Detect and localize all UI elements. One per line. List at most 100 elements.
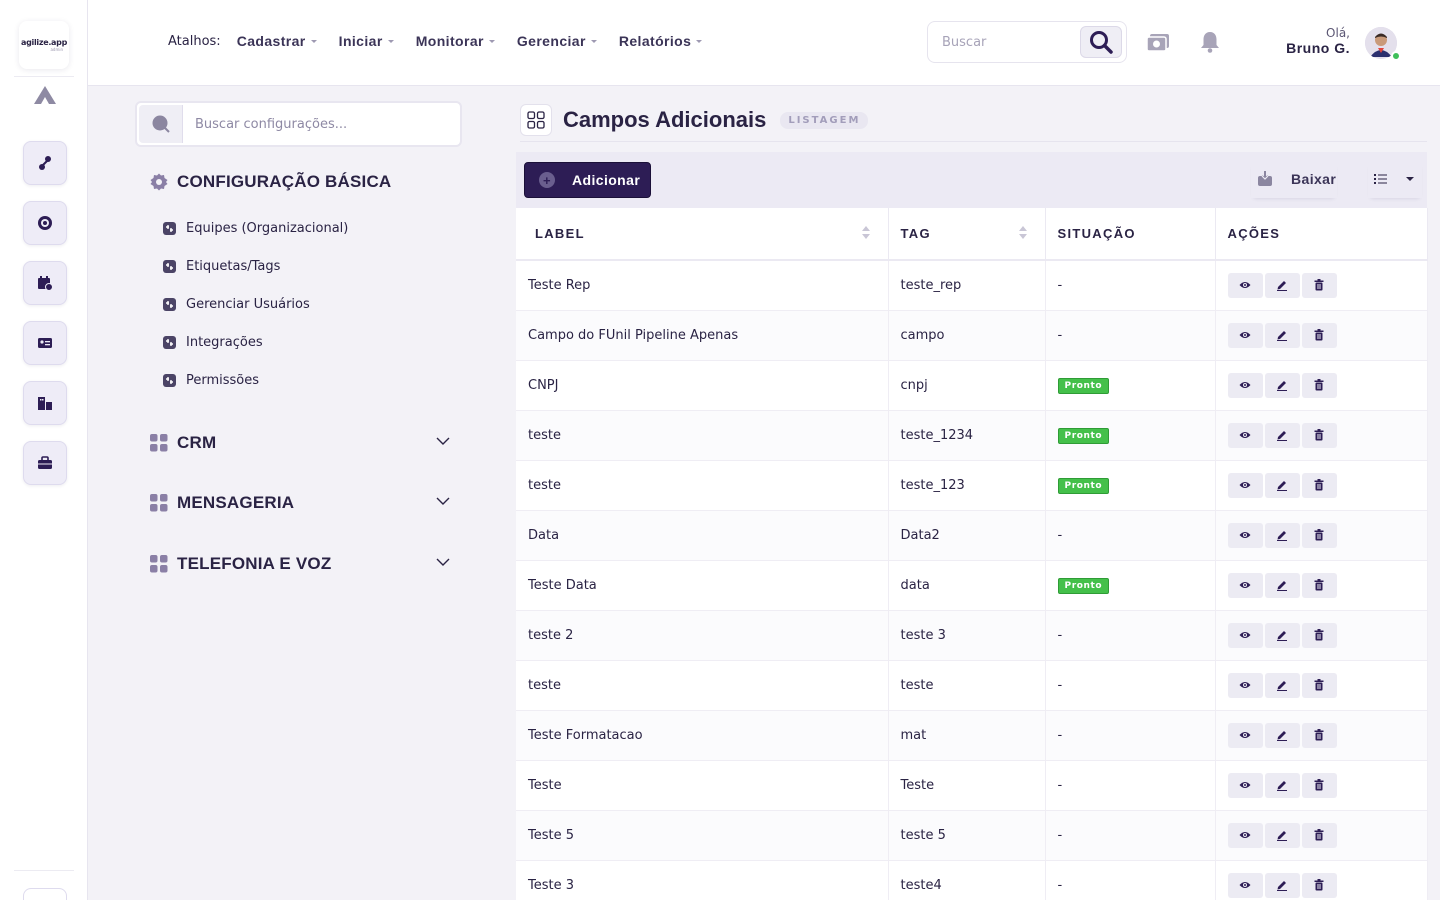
status-text: - (1057, 277, 1063, 293)
view-button[interactable] (1227, 772, 1263, 798)
download-button[interactable]: Baixar (1251, 160, 1337, 198)
media-button[interactable] (1146, 30, 1170, 54)
edit-button[interactable] (1264, 872, 1300, 898)
settings-item-integrations[interactable]: Integrações (163, 335, 263, 350)
rail-btn-briefcase[interactable] (23, 441, 67, 485)
delete-button[interactable] (1301, 472, 1337, 498)
delete-button[interactable] (1301, 322, 1337, 348)
delete-button[interactable] (1301, 272, 1337, 298)
table-row[interactable]: Teste 5 teste 5- (516, 810, 1428, 861)
rail-btn-contacts[interactable] (23, 321, 67, 365)
edit-button[interactable] (1264, 722, 1300, 748)
table-row[interactable]: Teste Rep teste_rep - (516, 260, 1428, 311)
cell-label: Teste (516, 760, 889, 811)
view-button[interactable] (1227, 872, 1263, 898)
view-button[interactable] (1227, 472, 1263, 498)
menu-gerenciar[interactable]: Gerenciar (517, 33, 597, 49)
cell-actions (1215, 710, 1428, 761)
view-button[interactable] (1227, 822, 1263, 848)
menu-iniciar[interactable]: Iniciar (339, 33, 394, 49)
cell-actions (1215, 410, 1428, 461)
table-row[interactable]: CNPJ cnpj Pronto (516, 360, 1428, 411)
target-icon (38, 216, 52, 230)
table-row[interactable]: Data Data2- (516, 510, 1428, 561)
cell-actions (1215, 610, 1428, 661)
caret-down-icon (488, 39, 495, 43)
delete-button[interactable] (1301, 522, 1337, 548)
app-logo[interactable]: agilize.app admin (19, 21, 69, 69)
table-row[interactable]: Campo do FUnil Pipeline Apenas campo - (516, 310, 1428, 361)
table-row[interactable]: teste teste_123 Pronto (516, 460, 1428, 511)
view-button[interactable] (1227, 522, 1263, 548)
delete-button[interactable] (1301, 572, 1337, 598)
global-search-button[interactable] (1080, 26, 1122, 58)
table-row[interactable]: teste teste - (516, 660, 1428, 711)
edit-button[interactable] (1264, 822, 1300, 848)
menu-relatorios[interactable]: Relatórios (619, 33, 703, 49)
view-button[interactable] (1227, 572, 1263, 598)
settings-icon (163, 222, 176, 235)
view-button[interactable] (1227, 622, 1263, 648)
delete-button[interactable] (1301, 372, 1337, 398)
view-button[interactable] (1227, 372, 1263, 398)
edit-button[interactable] (1264, 772, 1300, 798)
section-telefonia[interactable]: TELEFONIA E VOZ (150, 554, 450, 574)
notifications-button[interactable] (1198, 30, 1222, 54)
delete-button[interactable] (1301, 722, 1337, 748)
settings-item-users[interactable]: Gerenciar Usuários (163, 297, 310, 312)
table-row[interactable]: teste 2 teste 3- (516, 610, 1428, 661)
global-search-input[interactable] (942, 32, 1072, 52)
download-icon (1257, 171, 1273, 187)
chevron-down-icon (436, 558, 450, 566)
user-avatar[interactable] (1365, 27, 1401, 61)
trash-icon (1314, 429, 1324, 441)
edit-button[interactable] (1264, 322, 1300, 348)
view-toggle-button[interactable] (1368, 160, 1422, 198)
edit-button[interactable] (1264, 272, 1300, 298)
rail-btn-calendar[interactable] (23, 261, 67, 305)
edit-button[interactable] (1264, 522, 1300, 548)
view-button[interactable] (1227, 672, 1263, 698)
table-row[interactable]: Teste Teste - (516, 760, 1428, 811)
edit-button[interactable] (1264, 372, 1300, 398)
settings-item-teams[interactable]: Equipes (Organizacional) (163, 221, 348, 236)
table-row[interactable]: Teste Formatacao mat - (516, 710, 1428, 761)
edit-button[interactable] (1264, 622, 1300, 648)
edit-button[interactable] (1264, 422, 1300, 448)
edit-button[interactable] (1264, 572, 1300, 598)
rail-btn-bottom[interactable] (23, 888, 67, 900)
edit-button[interactable] (1264, 672, 1300, 698)
column-tag[interactable]: TAG (888, 208, 1046, 261)
view-button[interactable] (1227, 322, 1263, 348)
delete-button[interactable] (1301, 872, 1337, 898)
settings-search-input[interactable] (195, 115, 445, 133)
delete-button[interactable] (1301, 672, 1337, 698)
greeting-text: Olá, (1326, 26, 1350, 40)
delete-button[interactable] (1301, 772, 1337, 798)
section-basic-config[interactable]: CONFIGURAÇÃO BÁSICA (150, 172, 391, 192)
rail-btn-company[interactable] (23, 381, 67, 425)
menu-cadastrar[interactable]: Cadastrar (237, 33, 317, 49)
section-crm[interactable]: CRM (150, 433, 450, 453)
section-mensageria[interactable]: MENSAGERIA (150, 493, 450, 513)
cell-status: - (1045, 860, 1216, 900)
delete-button[interactable] (1301, 822, 1337, 848)
edit-button[interactable] (1264, 472, 1300, 498)
table-row[interactable]: Teste Data data Pronto (516, 560, 1428, 611)
rail-btn-integrations[interactable] (23, 141, 67, 185)
settings-item-tags[interactable]: Etiquetas/Tags (163, 259, 280, 274)
view-button[interactable] (1227, 272, 1263, 298)
table-row[interactable]: teste teste_1234 Pronto (516, 410, 1428, 461)
delete-button[interactable] (1301, 622, 1337, 648)
settings-item-permissions[interactable]: Permissões (163, 373, 259, 388)
column-label[interactable]: LABEL (516, 208, 889, 261)
view-button[interactable] (1227, 722, 1263, 748)
view-button[interactable] (1227, 422, 1263, 448)
menu-monitorar[interactable]: Monitorar (416, 33, 495, 49)
rail-btn-target[interactable] (23, 201, 67, 245)
table-row[interactable]: Teste 3 teste4- (516, 860, 1428, 900)
add-button[interactable]: + Adicionar (524, 162, 651, 198)
delete-button[interactable] (1301, 422, 1337, 448)
grid-icon (150, 434, 168, 452)
brand-mark-icon (34, 86, 56, 104)
